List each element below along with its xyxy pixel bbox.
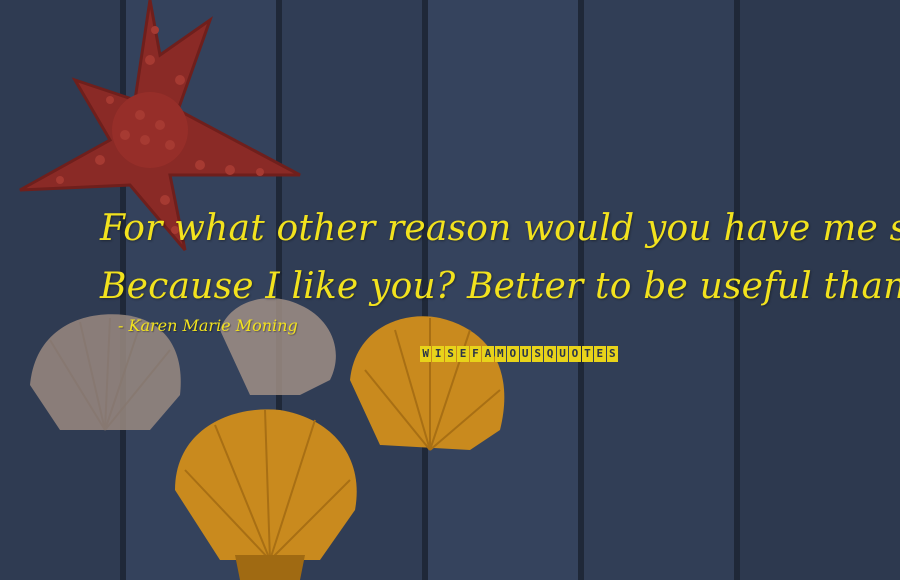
quote-line-1: For what other reason would you have me … <box>100 208 900 249</box>
watermark-letter: U <box>556 346 569 362</box>
watermark-letter: A <box>482 346 494 362</box>
quote-author: - Karen Marie Moning <box>118 316 298 335</box>
quote-line-2: Because I like you? Better to be useful … <box>100 266 900 307</box>
watermark-letter: E <box>594 346 606 362</box>
quote-text: For what other reason would you have me … <box>100 200 900 316</box>
watermark-letter: W <box>420 346 432 362</box>
watermark-letter: U <box>519 346 531 362</box>
watermark-letter: S <box>444 346 457 362</box>
watermark-letter: S <box>531 346 544 362</box>
watermark-letter: S <box>606 346 618 362</box>
watermark-logo: WISEFAMOUSQUOTES <box>420 346 618 362</box>
watermark-letter: I <box>432 346 444 362</box>
watermark-letter: F <box>469 346 482 362</box>
watermark-letter: O <box>569 346 581 362</box>
watermark-letter: O <box>507 346 519 362</box>
scallop-shell-orange-bottom <box>175 409 357 580</box>
scallop-shell-orange-right <box>350 316 505 451</box>
watermark-letter: M <box>494 346 507 362</box>
quote-image: For what other reason would you have me … <box>0 0 900 580</box>
watermark-letter: T <box>581 346 594 362</box>
watermark-letter: Q <box>544 346 556 362</box>
watermark-letter: E <box>457 346 469 362</box>
